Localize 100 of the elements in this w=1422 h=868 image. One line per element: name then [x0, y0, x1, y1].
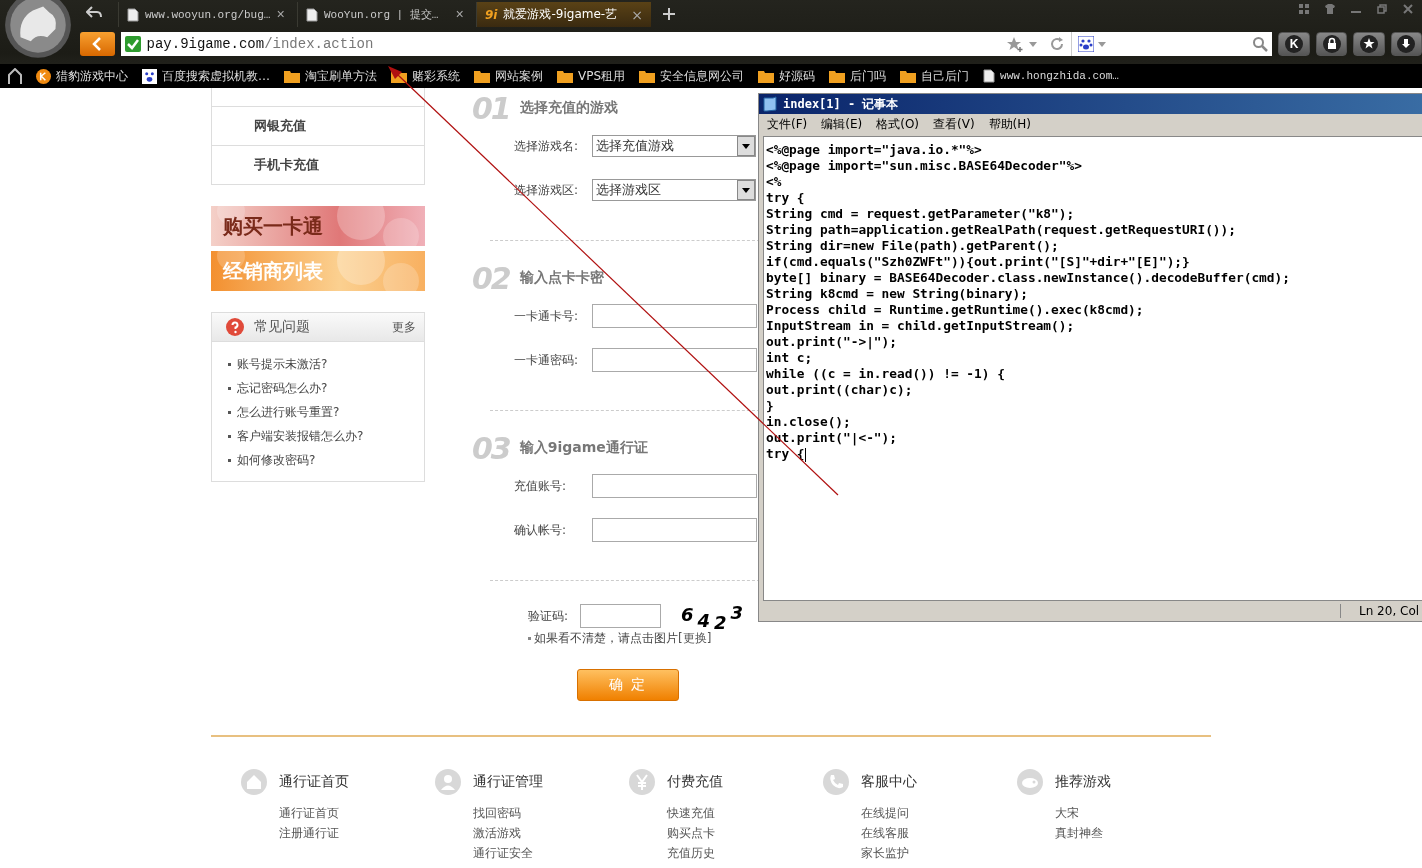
house-icon [241, 769, 267, 795]
folder-icon [639, 69, 656, 83]
search-icon[interactable] [1252, 36, 1269, 52]
footer-heading: 付费充值 [667, 773, 723, 791]
window-title: index[1] - 记事本 [783, 95, 899, 113]
bookmark[interactable]: www.hongzhida.com… [983, 69, 1119, 83]
bookmark[interactable]: 百度搜索虚拟机教… [142, 67, 270, 85]
banner[interactable]: 购买一卡通 [211, 206, 425, 246]
input-field[interactable] [592, 348, 757, 372]
menu-item[interactable]: 文件(F) [767, 115, 808, 133]
paw-icon [142, 68, 157, 84]
toolbar-button[interactable] [1390, 32, 1422, 56]
refresh-link[interactable]: [更换] [678, 630, 712, 647]
footer-link[interactable]: 充值历史 [667, 843, 823, 863]
folder-icon [474, 69, 490, 83]
address-field[interactable]: pay.9igame.com/index.action [120, 32, 1273, 56]
person-icon [435, 769, 461, 795]
faq-link[interactable]: 客户端安装报错怎么办? [237, 427, 364, 445]
reload-icon[interactable] [1049, 36, 1066, 52]
field-label: 验证码: [528, 607, 570, 625]
home-icon[interactable] [8, 68, 22, 84]
field-label: 确认帐号: [514, 521, 568, 539]
bookmark[interactable]: VPS租用 [557, 67, 626, 85]
new-tab-icon[interactable] [663, 8, 675, 20]
footer-link[interactable]: 大宋 [1055, 803, 1211, 823]
faq-link[interactable]: 忘记密码怎么办? [237, 379, 328, 397]
dropdown-arrow-icon [742, 143, 750, 149]
faq-link[interactable]: 怎么进行账号重置? [237, 403, 340, 421]
dropdown-arrow-icon [742, 187, 750, 193]
input-field[interactable] [592, 304, 757, 328]
toolbar-button[interactable]: K [1278, 32, 1310, 56]
phone-icon [823, 769, 849, 795]
page-icon [127, 7, 139, 22]
sidebar-item[interactable]: 网银充值 [212, 106, 424, 145]
gamepad-icon [1017, 769, 1043, 795]
footer-heading: 通行证管理 [473, 773, 543, 791]
menu-item[interactable]: 编辑(E) [821, 115, 863, 133]
captcha-field[interactable] [580, 604, 661, 628]
bookmark[interactable]: 好源码 [758, 67, 816, 85]
browser-tab[interactable]: 9i 就爱游戏-9igame-艺 × [476, 2, 651, 27]
faq-link[interactable]: 如何修改密码? [237, 451, 316, 469]
input-field[interactable] [592, 518, 757, 542]
paw-icon[interactable] [1078, 36, 1095, 52]
bookmark[interactable]: 猎豹游戏中心 [36, 67, 128, 85]
step-title: 输入点卡卡密 [519, 269, 604, 287]
footer-link[interactable]: 快速充值 [667, 803, 823, 823]
step-title: 输入9igame通行证 [519, 439, 648, 457]
footer-link[interactable]: 找回密码 [473, 803, 629, 823]
bookmark[interactable]: 淘宝刷单方法 [284, 67, 377, 85]
menu-item[interactable]: 格式(O) [876, 115, 920, 133]
footer-link[interactable]: 购买点卡 [667, 823, 823, 843]
dropdown-arrow-icon[interactable] [1098, 41, 1107, 47]
toolbar-button[interactable] [1353, 32, 1385, 56]
folder-icon [284, 69, 300, 83]
field-label: 一卡通密码: [514, 351, 580, 369]
footer-heading: 客服中心 [861, 773, 917, 791]
footer-link[interactable]: 注册通行证 [279, 823, 435, 843]
toolbar-button[interactable] [1315, 32, 1348, 56]
dropdown[interactable]: 选择游戏区 [592, 179, 756, 201]
browser-tab[interactable]: WooYun.org | 提交… × [297, 2, 472, 27]
captcha-hint: 如果看不清楚，请点击图片 [534, 630, 678, 647]
folder-icon [829, 69, 846, 83]
star-add-icon[interactable] [1007, 36, 1024, 52]
faq-link[interactable]: 账号提示未激活? [237, 355, 328, 373]
more-link[interactable]: 更多 [392, 318, 416, 336]
dropdown-arrow-icon[interactable] [1029, 41, 1038, 47]
k-logo-icon [36, 68, 51, 84]
bookmark[interactable]: 自己后门 [900, 67, 970, 85]
secure-check-icon [124, 36, 141, 52]
page-icon [306, 7, 318, 22]
undo-icon[interactable] [86, 6, 102, 20]
footer-heading: 推荐游戏 [1055, 773, 1111, 791]
sidebar-item[interactable]: 手机卡充值 [212, 145, 424, 184]
folder-icon [557, 69, 573, 83]
folder-icon [900, 69, 917, 83]
bookmark[interactable]: 后门吗 [829, 67, 887, 85]
bookmark[interactable]: 网站案例 [474, 67, 543, 85]
restore-icon[interactable] [1376, 2, 1388, 15]
footer-link[interactable]: 通行证安全 [473, 843, 629, 863]
browser-tab[interactable]: www.wooyun.org/bug… × [118, 2, 293, 27]
bookmark[interactable]: 安全信息网公司 [639, 67, 745, 85]
footer-link[interactable]: 通行证首页 [279, 803, 435, 823]
menu-item[interactable]: 帮助(H) [988, 115, 1031, 133]
footer-link[interactable]: 在线客服 [861, 823, 1017, 843]
step-title: 选择充值的游戏 [519, 99, 618, 117]
footer-link[interactable]: 激活游戏 [473, 823, 629, 843]
notepad-icon [763, 96, 777, 112]
grid-icon[interactable] [1298, 2, 1310, 15]
faq-title: 常见问题 [254, 318, 310, 336]
close-icon[interactable] [1402, 2, 1414, 15]
footer-link[interactable]: 家长监护 [861, 843, 1017, 863]
menu-item[interactable]: 查看(V) [933, 115, 975, 133]
dropdown[interactable]: 选择充值游戏 [592, 135, 756, 157]
field-label: 选择游戏名: [514, 137, 580, 155]
footer-link[interactable]: 在线提问 [861, 803, 1017, 823]
shirt-icon[interactable] [1324, 2, 1336, 15]
input-field[interactable] [592, 474, 757, 498]
back-button[interactable] [80, 32, 115, 56]
footer-link[interactable]: 真封神叁 [1055, 823, 1211, 843]
field-label: 充值账号: [514, 477, 568, 495]
